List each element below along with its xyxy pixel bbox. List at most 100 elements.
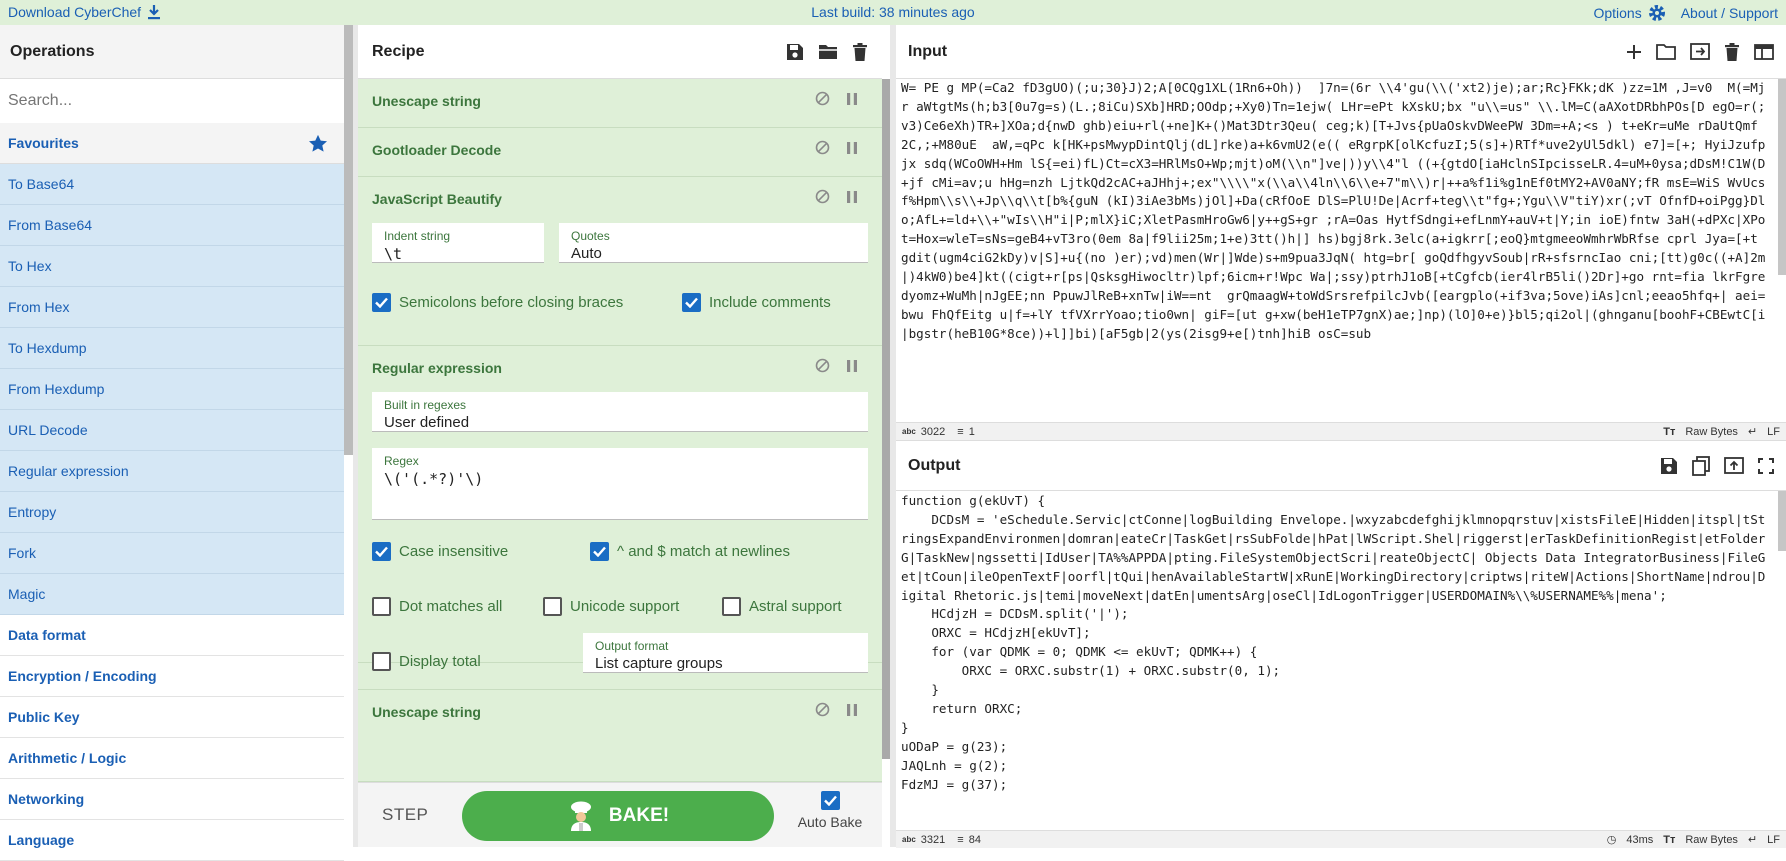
about-support-link[interactable]: About / Support — [1681, 5, 1778, 21]
controls-bar: STEP BAKE! Auto Bake — [358, 782, 882, 847]
pause-icon[interactable] — [846, 141, 858, 155]
multiline-label: ^ and $ match at newlines — [617, 543, 790, 560]
recipe-op-regular-expression[interactable]: Regular expression Built in regexes User… — [358, 346, 882, 663]
op-from-hex[interactable]: From Hex — [0, 287, 344, 328]
op-title: Gootloader Decode — [372, 142, 502, 158]
include-comments-checkbox[interactable]: Include comments — [682, 293, 831, 312]
recipe-op-gootloader-decode[interactable]: Gootloader Decode — [358, 128, 882, 177]
output-encoding[interactable]: Raw Bytes — [1685, 834, 1738, 846]
multiline-checkbox[interactable]: ^ and $ match at newlines — [590, 542, 790, 561]
input-text[interactable]: W= PE g MP(=Ca2 fD3gUO)(;u;30}J)2;A[0CQg… — [901, 79, 1771, 441]
recipe-op-javascript-beautify[interactable]: JavaScript Beautify Indent string \t Quo… — [358, 177, 882, 346]
category-language[interactable]: Language — [0, 820, 344, 861]
last-build: Last build: 38 minutes ago — [0, 4, 1786, 20]
semicolons-checkbox[interactable]: Semicolons before closing braces — [372, 293, 623, 312]
save-output-icon[interactable] — [1660, 457, 1678, 475]
disable-icon[interactable] — [815, 702, 830, 717]
operations-scrollbar[interactable] — [344, 25, 353, 455]
save-icon[interactable] — [786, 43, 804, 61]
dot-matches-all-checkbox[interactable]: Dot matches all — [372, 597, 502, 616]
step-button[interactable]: STEP — [382, 805, 428, 825]
category-networking[interactable]: Networking — [0, 779, 344, 820]
recipe-scrollbar[interactable] — [882, 79, 890, 759]
output-status-bar: abc 3321 ≡ 84 ◷ 43ms Tт Raw Bytes ↵ LF — [896, 830, 1786, 848]
download-icon — [148, 5, 161, 20]
pause-icon[interactable] — [846, 92, 858, 106]
quotes-field[interactable]: Quotes Auto — [559, 223, 868, 263]
clear-input-icon[interactable] — [1724, 42, 1740, 61]
checkbox-checked-icon[interactable] — [820, 791, 840, 810]
open-file-icon[interactable] — [1690, 43, 1710, 60]
pause-icon[interactable] — [846, 190, 858, 204]
unicode-support-checkbox[interactable]: Unicode support — [543, 597, 679, 616]
input-scrollbar[interactable] — [1778, 79, 1786, 275]
output-eol[interactable]: LF — [1767, 834, 1780, 846]
category-public-key[interactable]: Public Key — [0, 697, 344, 738]
copy-icon[interactable] — [1692, 455, 1710, 476]
op-title: JavaScript Beautify — [372, 191, 502, 207]
download-cyberchef-link[interactable]: Download CyberChef — [8, 4, 161, 20]
disable-icon[interactable] — [815, 189, 830, 204]
output-format-select[interactable]: Output format List capture groups — [583, 633, 868, 673]
bake-label: BAKE! — [608, 805, 670, 826]
op-regular-expression[interactable]: Regular expression — [0, 451, 344, 492]
bake-button[interactable]: BAKE! — [462, 791, 774, 841]
disable-icon[interactable] — [815, 140, 830, 155]
replace-input-icon[interactable] — [1724, 457, 1744, 474]
op-magic[interactable]: Magic — [0, 574, 344, 615]
indent-string-field[interactable]: Indent string \t — [372, 223, 544, 263]
recipe-op-unescape-string-2[interactable]: Unescape string — [358, 689, 882, 782]
chef-icon — [570, 801, 591, 831]
output-text[interactable]: function g(ekUvT) { DCDsM = 'eSchedule.S… — [901, 492, 1771, 830]
category-encryption-encoding[interactable]: Encryption / Encoding — [0, 656, 344, 697]
star-icon[interactable] — [308, 134, 328, 153]
output-format-value: List capture groups — [595, 655, 723, 672]
op-to-hexdump[interactable]: To Hexdump — [0, 328, 344, 369]
regex-textarea[interactable]: Regex \('(.*?)'\) — [372, 448, 868, 520]
operations-search-input[interactable] — [0, 79, 344, 123]
op-entropy[interactable]: Entropy — [0, 492, 344, 533]
maximise-icon[interactable] — [1758, 457, 1774, 474]
layout-icon[interactable] — [1754, 43, 1774, 60]
astral-support-checkbox[interactable]: Astral support — [722, 597, 842, 616]
line-count-icon: ≡ — [957, 833, 964, 846]
op-from-base64[interactable]: From Base64 — [0, 205, 344, 246]
input-eol[interactable]: LF — [1767, 426, 1780, 438]
checkbox-checked-icon[interactable] — [372, 293, 391, 312]
checkbox-unchecked-icon[interactable] — [372, 597, 391, 616]
output-panel: Output function g(ekUvT) { DCDsM = 'eSch… — [896, 440, 1786, 848]
disable-icon[interactable] — [815, 358, 830, 373]
auto-bake-checkbox[interactable]: Auto Bake — [790, 791, 870, 830]
checkbox-checked-icon[interactable] — [590, 542, 609, 561]
checkbox-unchecked-icon[interactable] — [543, 597, 562, 616]
category-arithmetic-logic[interactable]: Arithmetic / Logic — [0, 738, 344, 779]
folder-icon[interactable] — [818, 43, 838, 60]
pause-icon[interactable] — [846, 359, 858, 373]
checkbox-unchecked-icon[interactable] — [722, 597, 741, 616]
checkbox-unchecked-icon[interactable] — [372, 652, 391, 671]
case-insensitive-checkbox[interactable]: Case insensitive — [372, 542, 508, 561]
gear-icon — [1648, 5, 1665, 21]
op-to-base64[interactable]: To Base64 — [0, 164, 344, 205]
eol-icon: ↵ — [1747, 426, 1758, 438]
op-url-decode[interactable]: URL Decode — [0, 410, 344, 451]
trash-icon[interactable] — [852, 42, 868, 61]
recipe-op-unescape-string[interactable]: Unescape string — [358, 79, 882, 128]
builtin-regexes-select[interactable]: Built in regexes User defined — [372, 392, 868, 432]
category-data-format[interactable]: Data format — [0, 615, 344, 656]
checkbox-checked-icon[interactable] — [372, 542, 391, 561]
add-tab-icon[interactable] — [1626, 44, 1642, 60]
pause-icon[interactable] — [846, 703, 858, 717]
options-link[interactable]: Options — [1593, 3, 1666, 23]
output-scrollbar[interactable] — [1778, 491, 1786, 551]
checkbox-checked-icon[interactable] — [682, 293, 701, 312]
display-total-checkbox[interactable]: Display total — [372, 652, 481, 671]
disable-icon[interactable] — [815, 91, 830, 106]
favourites-label: Favourites — [8, 135, 79, 151]
op-from-hexdump[interactable]: From Hexdump — [0, 369, 344, 410]
input-encoding[interactable]: Raw Bytes — [1685, 426, 1738, 438]
open-folder-icon[interactable] — [1656, 43, 1676, 60]
op-to-hex[interactable]: To Hex — [0, 246, 344, 287]
favourites-category[interactable]: Favourites — [0, 123, 344, 164]
op-fork[interactable]: Fork — [0, 533, 344, 574]
